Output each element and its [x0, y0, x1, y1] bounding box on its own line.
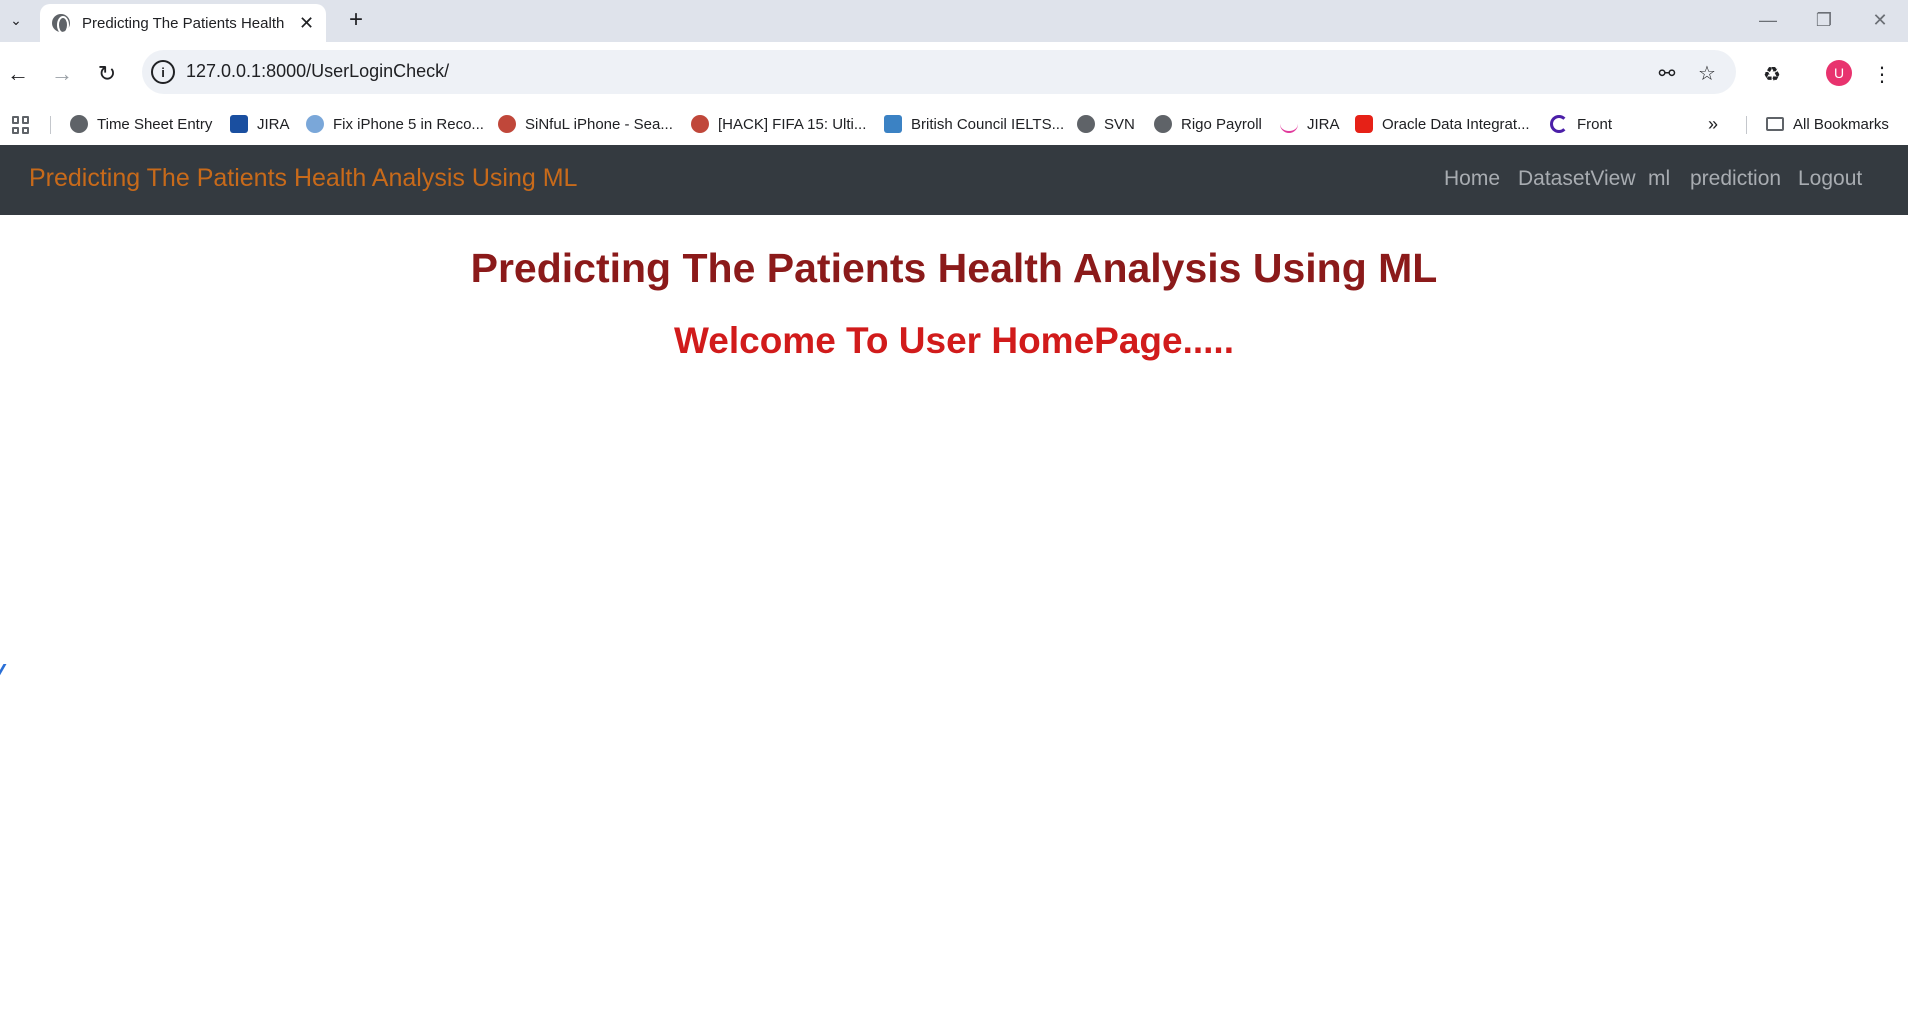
nav-link-prediction[interactable]: prediction: [1690, 167, 1781, 191]
bookmark-label: Fix iPhone 5 in Reco...: [333, 115, 484, 133]
bookmark-separator: [1746, 116, 1747, 134]
youtube-icon: [1355, 115, 1373, 133]
bookmark-label: Rigo Payroll: [1181, 115, 1262, 133]
extensions-icon[interactable]: ♻: [1754, 56, 1790, 92]
bookmark-item[interactable]: [HACK] FIFA 15: Ulti...: [691, 112, 866, 136]
site-info-icon[interactable]: i: [151, 60, 175, 84]
bookmark-separator: [50, 116, 51, 134]
active-tab[interactable]: Predicting The Patients Health Analysis …: [40, 4, 326, 42]
bookmark-label: Oracle Data Integrat...: [1382, 115, 1530, 133]
nav-link-home[interactable]: Home: [1444, 167, 1500, 191]
app-navbar: Predicting The Patients Health Analysis …: [0, 145, 1908, 215]
menu-kebab-icon[interactable]: ⋮: [1864, 56, 1900, 92]
minimize-icon[interactable]: —: [1748, 6, 1788, 34]
bookmark-label: British Council IELTS...: [911, 115, 1065, 133]
tab-globe-icon: [52, 14, 70, 34]
close-window-icon[interactable]: ✕: [1860, 6, 1900, 34]
bookmarks-bar: Time Sheet Entry JIRA Fix iPhone 5 in Re…: [0, 106, 1908, 142]
all-bookmarks-label: All Bookmarks: [1793, 115, 1889, 133]
biohazard-icon: [691, 115, 709, 133]
bookmark-label: Front: [1577, 115, 1613, 133]
bookmark-item[interactable]: Time Sheet Entry: [70, 112, 212, 136]
bookmark-item[interactable]: JIRA: [1280, 112, 1340, 136]
globe-icon: [1154, 115, 1172, 133]
browser-toolbar: ← → ↻ i 127.0.0.1:8000/UserLoginCheck/ ⚯…: [0, 42, 1908, 106]
bookmark-label: JIRA: [1307, 115, 1340, 133]
jira-icon: [230, 115, 248, 133]
back-icon[interactable]: ←: [0, 56, 36, 92]
bookmark-label: Time Sheet Entry: [97, 115, 213, 133]
url-text[interactable]: 127.0.0.1:8000/UserLoginCheck/: [186, 61, 449, 82]
globe-icon: [1077, 115, 1095, 133]
folder-icon: [1766, 117, 1784, 131]
nav-link-datasetview[interactable]: DatasetView: [1518, 167, 1636, 191]
front-icon: [1550, 115, 1568, 133]
apps-grid-icon[interactable]: [12, 116, 30, 134]
globe-icon: [70, 115, 88, 133]
tab-title: Predicting The Patients Health Analysis …: [82, 14, 287, 32]
all-bookmarks[interactable]: All Bookmarks: [1766, 112, 1889, 136]
new-tab-icon[interactable]: +: [342, 6, 370, 34]
mouse-cursor-icon: [0, 664, 13, 676]
bookmark-item[interactable]: SVN: [1077, 112, 1135, 136]
bookmark-label: SVN: [1104, 115, 1135, 133]
page-title: Predicting The Patients Health Analysis …: [470, 245, 1438, 291]
ors-icon: [884, 115, 902, 133]
bookmark-star-icon[interactable]: ☆: [1694, 60, 1720, 86]
address-bar[interactable]: i 127.0.0.1:8000/UserLoginCheck/ ⚯ ☆: [142, 50, 1736, 94]
tab-close-icon[interactable]: ✕: [299, 13, 314, 34]
tab-strip: ⌄ Predicting The Patients Health Analysi…: [0, 0, 1908, 42]
biohazard-icon: [498, 115, 516, 133]
apple-drop-icon: [306, 115, 324, 133]
bookmark-label: [HACK] FIFA 15: Ulti...: [718, 115, 867, 133]
bookmark-item[interactable]: Front: [1550, 112, 1612, 136]
nav-link-logout[interactable]: Logout: [1798, 167, 1862, 191]
restore-icon[interactable]: ❐: [1804, 6, 1844, 34]
profile-avatar[interactable]: U: [1826, 60, 1852, 86]
bookmark-item[interactable]: Fix iPhone 5 in Reco...: [306, 112, 484, 136]
bookmark-label: JIRA: [257, 115, 290, 133]
bookmark-item[interactable]: JIRA: [230, 112, 290, 136]
forward-icon[interactable]: →: [44, 56, 80, 92]
more-bookmarks-chevron-icon[interactable]: »: [1708, 112, 1718, 136]
tab-search-chevron-icon[interactable]: ⌄: [2, 4, 30, 36]
bookmark-item[interactable]: SiNfuL iPhone - Sea...: [498, 112, 673, 136]
bookmark-item[interactable]: British Council IELTS...: [884, 112, 1064, 136]
navbar-brand[interactable]: Predicting The Patients Health Analysis …: [29, 164, 577, 193]
bookmark-label: SiNfuL iPhone - Sea...: [525, 115, 673, 133]
welcome-heading: Welcome To User HomePage.....: [674, 320, 1234, 361]
bookmark-item[interactable]: Rigo Payroll: [1154, 112, 1262, 136]
password-key-icon[interactable]: ⚯: [1654, 60, 1680, 86]
curve-icon: [1280, 115, 1298, 133]
bookmark-item[interactable]: Oracle Data Integrat...: [1355, 112, 1530, 136]
nav-link-ml[interactable]: ml: [1648, 167, 1670, 191]
reload-icon[interactable]: ↻: [89, 56, 125, 92]
